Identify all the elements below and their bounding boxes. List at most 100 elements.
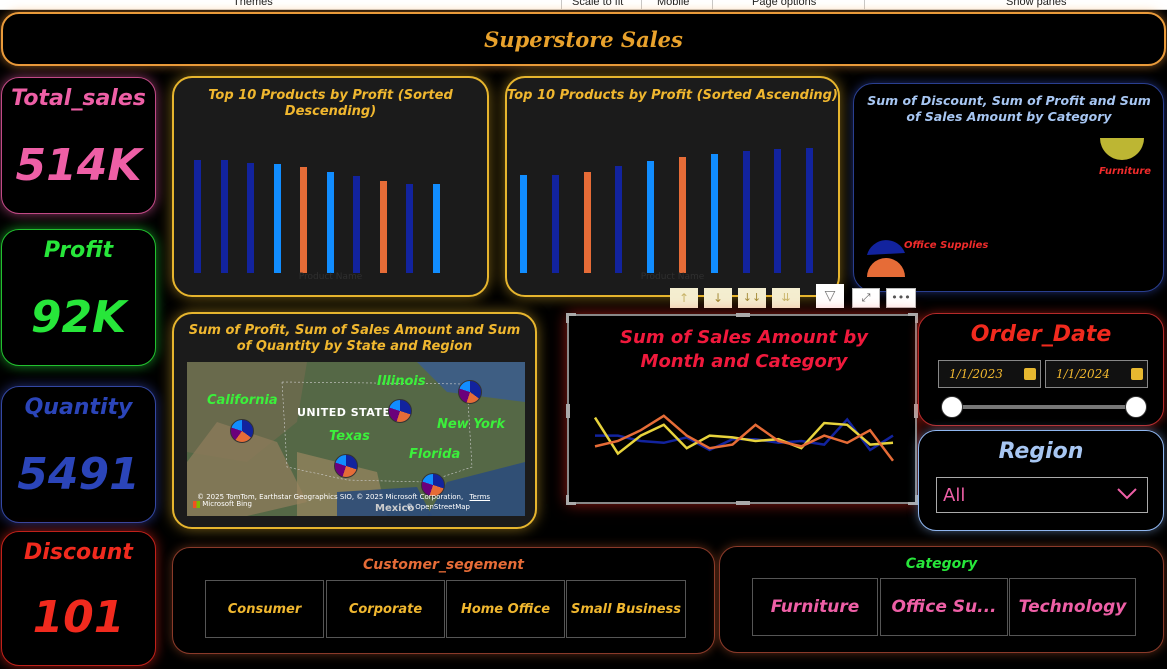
category-option-furniture[interactable]: Furniture (752, 578, 878, 636)
top10-asc-chart-panel[interactable]: Top 10 Products by Profit (Sorted Ascend… (505, 76, 840, 297)
category-slicer[interactable]: Category Furniture Office Su... Technolo… (719, 546, 1164, 653)
kpi-total-sales-value: 514K (15, 140, 142, 191)
expand-next-level-icon[interactable]: ↓↓ (738, 288, 766, 308)
segment-option-small-business[interactable]: Small Business (566, 580, 686, 638)
top-toolbar: Themes Scale to fit Mobile Page options … (0, 0, 1167, 10)
bar[interactable] (551, 174, 559, 273)
map-title: Sum of Profit, Sum of Sales Amount and S… (188, 323, 521, 354)
scale-to-fit-button[interactable]: Scale to fit (572, 0, 623, 8)
map-label-texas: Texas (329, 429, 370, 444)
map-panel[interactable]: Sum of Profit, Sum of Sales Amount and S… (172, 312, 537, 529)
date-range-handle-end[interactable] (1125, 396, 1147, 418)
resize-handle-bottom[interactable] (736, 501, 750, 505)
report-title: Superstore Sales (484, 26, 683, 52)
bar[interactable] (220, 159, 228, 273)
date-range-track[interactable] (951, 405, 1137, 409)
kpi-total-sales-label: Total_sales (11, 86, 146, 111)
us-map[interactable]: UNITED STATES Mexico California Illinois… (187, 362, 525, 516)
order-date-slicer[interactable]: Order_Date 1/1/2023 1/1/2024 (918, 313, 1164, 426)
map-label-california: California (207, 393, 278, 408)
map-pie-illinois[interactable] (388, 399, 412, 423)
drill-up-icon[interactable]: ↑ (670, 288, 698, 308)
map-bing-label: Microsoft Bing (202, 500, 252, 508)
bar[interactable] (774, 149, 782, 273)
region-dropdown[interactable]: All (936, 477, 1148, 513)
bar[interactable] (300, 167, 307, 273)
resize-handle-top-left[interactable] (566, 313, 576, 323)
bar[interactable] (273, 164, 281, 273)
kpi-discount-value: 101 (32, 592, 125, 643)
segment-option-consumer[interactable]: Consumer (205, 580, 324, 638)
map-pie-california[interactable] (230, 419, 254, 443)
kpi-quantity-card[interactable]: Quantity 5491 (1, 386, 156, 523)
kpi-total-sales-card[interactable]: Total_sales 514K (1, 77, 156, 214)
region-slicer[interactable]: Region All (918, 430, 1164, 531)
bar[interactable] (520, 174, 527, 273)
bar[interactable] (647, 161, 655, 273)
kpi-discount-card[interactable]: Discount 101 (1, 531, 156, 666)
bar[interactable] (406, 183, 413, 273)
more-options-icon[interactable]: ••• (886, 288, 916, 308)
region-selected-value: All (943, 485, 966, 506)
map-label-new-york: New York (437, 417, 505, 432)
mobile-button[interactable]: Mobile (657, 0, 689, 8)
filter-icon[interactable]: ▽ (816, 284, 844, 308)
category-label: Category (905, 556, 978, 572)
category-option-office-supplies[interactable]: Office Su... (880, 578, 1008, 636)
segment-option-corporate[interactable]: Corporate (326, 580, 445, 638)
bar[interactable] (615, 165, 623, 273)
map-pie-new-york[interactable] (458, 380, 482, 404)
show-panes-button[interactable]: Show panes (1006, 0, 1067, 8)
kpi-profit-label: Profit (43, 238, 114, 263)
bar[interactable] (710, 153, 718, 273)
toolbar-divider (561, 0, 562, 10)
bar[interactable] (432, 183, 440, 273)
top10-asc-bars (507, 78, 838, 295)
bar[interactable] (326, 171, 334, 273)
line-chart-panel[interactable]: Sum of Sales Amount by Month and Categor… (566, 313, 918, 505)
themes-button[interactable]: Themes (233, 0, 273, 8)
order-date-end-input[interactable]: 1/1/2024 (1045, 360, 1148, 388)
top10-desc-bars (174, 78, 487, 295)
drill-down-icon[interactable]: ↓ (704, 288, 732, 308)
office-supplies-pie-slice-orange (867, 258, 905, 277)
focus-mode-icon[interactable]: ⤢ (852, 288, 880, 308)
bar[interactable] (353, 176, 360, 273)
bar[interactable] (194, 159, 201, 273)
resize-handle-left[interactable] (566, 404, 570, 418)
customer-segment-slicer[interactable]: Customer_segement Consumer Corporate Hom… (172, 547, 715, 654)
expand-all-icon[interactable]: ⇊ (772, 288, 800, 308)
page-options-button[interactable]: Page options (752, 0, 816, 8)
map-osm-credit[interactable]: © OpenStreetMap (406, 503, 470, 511)
bar[interactable] (379, 180, 387, 273)
report-title-bar: Superstore Sales (1, 12, 1166, 66)
kpi-profit-card[interactable]: Profit 92K (1, 229, 156, 366)
date-range-handle-start[interactable] (941, 396, 963, 418)
bar[interactable] (247, 162, 254, 273)
chevron-down-icon (1117, 488, 1137, 500)
furniture-pie (1100, 138, 1144, 160)
order-date-start-input[interactable]: 1/1/2023 (938, 360, 1041, 388)
category-pie-panel[interactable]: Sum of Discount, Sum of Profit and Sum o… (853, 83, 1164, 292)
bar[interactable] (806, 148, 814, 273)
calendar-icon[interactable] (1131, 368, 1143, 380)
resize-handle-top[interactable] (736, 313, 750, 317)
resize-handle-bottom-left[interactable] (566, 495, 576, 505)
calendar-icon[interactable] (1024, 368, 1036, 380)
map-label-florida: Florida (409, 447, 461, 462)
bar[interactable] (679, 156, 686, 273)
bar[interactable] (583, 171, 591, 273)
segment-option-home-office[interactable]: Home Office (446, 580, 565, 638)
toolbar-divider (641, 0, 642, 10)
bar[interactable] (742, 150, 750, 273)
map-terms-link[interactable]: Terms (469, 493, 490, 501)
resize-handle-bottom-right[interactable] (908, 495, 918, 505)
order-date-label: Order_Date (970, 322, 1112, 347)
map-pie-texas[interactable] (334, 454, 358, 478)
category-option-technology[interactable]: Technology (1009, 578, 1136, 636)
microsoft-logo-icon (193, 500, 200, 508)
top10-desc-chart-panel[interactable]: Top 10 Products by Profit (Sorted Descen… (172, 76, 489, 297)
toolbar-divider (712, 0, 713, 10)
category-pie-title: Sum of Discount, Sum of Profit and Sum o… (867, 93, 1151, 124)
resize-handle-top-right[interactable] (908, 313, 918, 323)
